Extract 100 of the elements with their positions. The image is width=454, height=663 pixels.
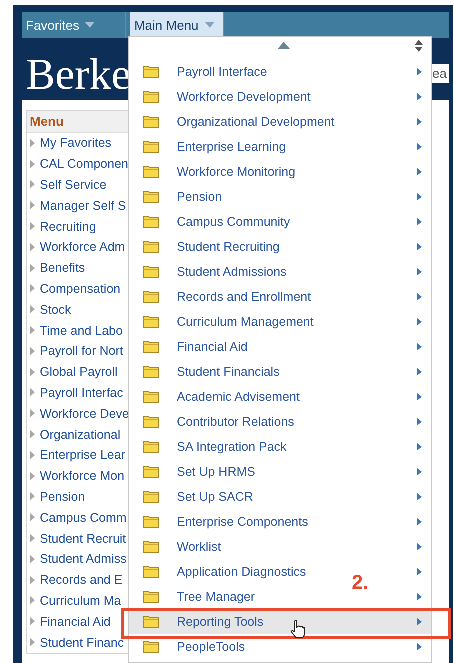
dropdown-item[interactable]: Workforce Development — [177, 90, 311, 104]
submenu-arrow-icon — [417, 118, 422, 126]
dropdown-item[interactable]: Application Diagnostics — [177, 564, 306, 578]
dropdown-item[interactable]: Enterprise Learning — [177, 140, 286, 154]
folder-icon — [143, 165, 159, 178]
submenu-arrow-icon — [417, 492, 422, 500]
menu-item[interactable]: Curriculum Ma — [40, 594, 122, 608]
submenu-arrow-icon — [417, 618, 422, 626]
dropdown-item[interactable]: Payroll Interface — [177, 64, 268, 78]
submenu-arrow-icon — [417, 242, 422, 250]
menu-item[interactable]: Workforce Mon — [40, 469, 125, 484]
expand-icon — [30, 534, 35, 544]
menu-item[interactable]: Student Admiss — [40, 552, 127, 566]
scroll-up-icon[interactable] — [278, 42, 290, 49]
submenu-arrow-icon — [417, 268, 422, 276]
menu-item[interactable]: Workforce Adm — [40, 240, 126, 254]
menu-item[interactable]: Enterprise Lear — [40, 448, 126, 462]
step-number: 2. — [352, 572, 369, 595]
menu-item[interactable]: Benefits — [40, 261, 86, 276]
menu-item[interactable]: Records and E — [40, 573, 123, 588]
folder-icon — [143, 615, 159, 628]
dropdown-item[interactable]: SA Integration Pack — [177, 440, 287, 454]
expand-icon — [30, 388, 35, 398]
submenu-arrow-icon — [417, 642, 422, 650]
menu-item[interactable]: Organizational — [40, 428, 121, 442]
dropdown-item[interactable]: Campus Community — [177, 214, 290, 228]
expand-icon — [30, 430, 35, 440]
menu-item[interactable]: Self Service — [40, 178, 107, 192]
submenu-arrow-icon — [417, 68, 422, 76]
menu-item[interactable]: Student Financ — [40, 636, 124, 650]
dropdown-item[interactable]: Organizational Development — [177, 114, 335, 128]
menu-item[interactable]: CAL Componen — [40, 157, 128, 172]
dropdown-item[interactable]: Student Admissions — [177, 264, 287, 278]
folder-icon — [143, 190, 159, 203]
expand-icon — [30, 284, 35, 294]
submenu-arrow-icon — [417, 92, 422, 100]
submenu-arrow-icon — [417, 568, 422, 576]
expand-icon — [30, 222, 35, 232]
dropdown-item[interactable]: Curriculum Management — [177, 314, 314, 328]
dropdown-item[interactable]: Set Up SACR — [177, 490, 254, 504]
folder-icon — [143, 390, 159, 403]
folder-icon — [143, 65, 159, 78]
expand-icon — [30, 596, 35, 606]
expand-icon — [30, 346, 35, 356]
expand-icon — [30, 138, 35, 148]
scroll-icon[interactable] — [415, 40, 423, 52]
dropdown-item[interactable]: Student Recruiting — [177, 240, 280, 254]
logo-text: Berke — [26, 53, 132, 97]
menu-item[interactable]: Payroll Interfac — [40, 386, 124, 400]
folder-icon — [143, 540, 159, 553]
submenu-arrow-icon — [417, 342, 422, 350]
hand-cursor-icon — [291, 620, 305, 638]
submenu-arrow-icon — [417, 318, 422, 326]
expand-icon — [30, 409, 35, 418]
submenu-arrow-icon — [417, 518, 422, 526]
menu-item[interactable]: Stock — [40, 302, 72, 317]
folder-icon — [143, 290, 159, 303]
dropdown-item[interactable]: Financial Aid — [177, 340, 248, 354]
dropdown-item[interactable]: Contributor Relations — [177, 414, 294, 428]
dropdown-item[interactable]: PeopleTools — [177, 640, 246, 654]
submenu-arrow-icon — [417, 468, 422, 476]
folder-icon — [143, 315, 159, 328]
dropdown-item[interactable]: Worklist — [177, 540, 222, 554]
dropdown-item[interactable]: Set Up HRMS — [177, 464, 256, 478]
expand-icon — [30, 305, 35, 314]
menu-item[interactable]: Financial Aid — [40, 614, 111, 629]
submenu-arrow-icon — [417, 418, 422, 426]
menu-item[interactable]: My Favorites — [40, 136, 112, 150]
dropdown-item[interactable]: Student Financials — [177, 364, 280, 378]
folder-icon — [143, 415, 159, 428]
dropdown-item[interactable]: Academic Advisement — [177, 390, 300, 404]
expand-icon — [30, 160, 35, 169]
menu-item[interactable]: Global Payroll — [40, 365, 118, 380]
menu-item[interactable]: Manager Self S — [40, 198, 126, 213]
expand-icon — [30, 450, 35, 460]
folder-icon — [143, 590, 159, 603]
menu-item[interactable]: Workforce Deve — [40, 406, 130, 421]
menu-item[interactable]: Pension — [40, 490, 86, 504]
dropdown-item[interactable]: Records and Enrollment — [177, 290, 312, 304]
menu-item[interactable]: Student Recruit — [40, 532, 126, 546]
folder-icon — [143, 115, 159, 128]
dropdown-item[interactable]: Reporting Tools — [177, 614, 264, 628]
submenu-arrow-icon — [417, 142, 422, 150]
expand-icon — [30, 513, 35, 522]
menu-item[interactable]: Campus Comm — [40, 510, 127, 525]
dropdown-item[interactable]: Tree Manager — [177, 590, 256, 604]
menu-item[interactable]: Payroll for Nort — [40, 344, 124, 358]
folder-icon — [143, 640, 159, 653]
menu-item[interactable]: Time and Labo — [40, 324, 123, 338]
submenu-arrow-icon — [417, 368, 422, 376]
dropdown-item[interactable]: Pension — [177, 190, 222, 204]
dropdown-item[interactable]: Workforce Monitoring — [177, 164, 296, 178]
expand-icon — [30, 326, 35, 336]
menu-item[interactable]: Compensation — [40, 282, 121, 296]
menu-item[interactable]: Recruiting — [40, 220, 96, 234]
menu-tab[interactable]: Main Menu — [130, 12, 224, 38]
folder-icon — [143, 565, 159, 578]
expand-icon — [30, 264, 35, 273]
folder-icon — [143, 515, 159, 528]
dropdown-item[interactable]: Enterprise Components — [177, 514, 308, 528]
